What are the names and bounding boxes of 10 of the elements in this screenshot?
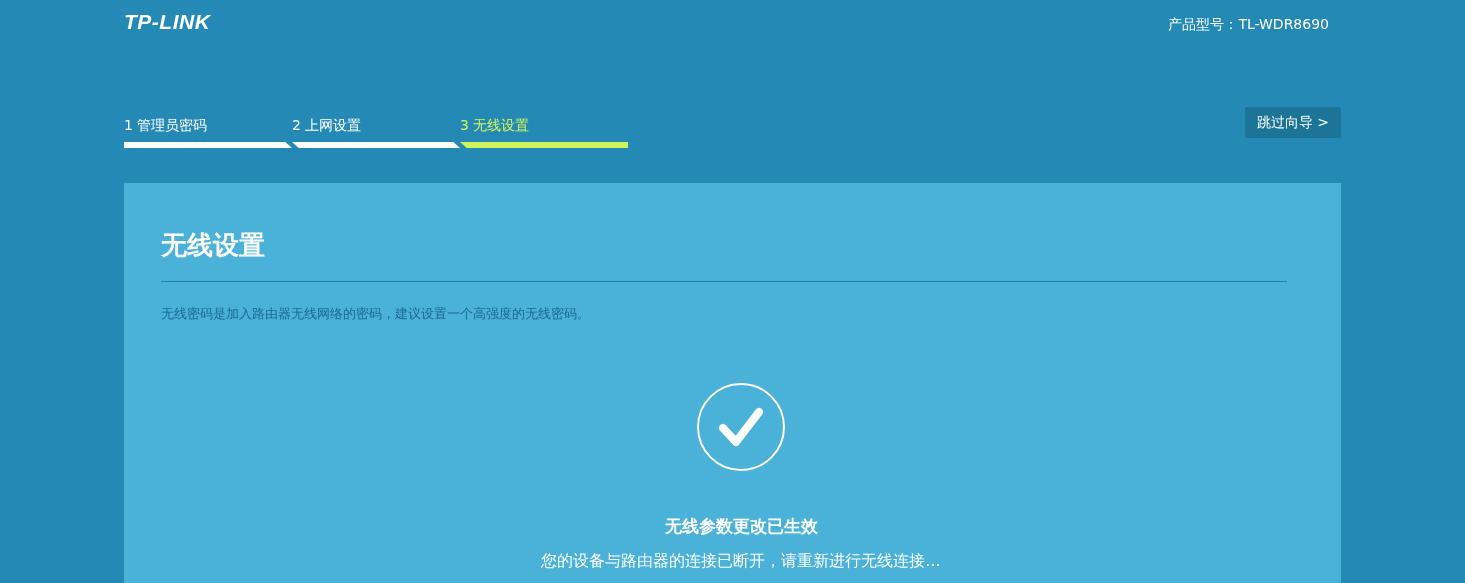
card-title: 无线设置 [161,229,266,262]
checkmark-icon [696,381,786,472]
model-number: 产品型号：TL-WDR8690 [1168,15,1329,34]
wizard-step[interactable]: 2 上网设置 [292,117,460,148]
logo: TP-LINK [124,10,211,34]
wizard-step[interactable]: 1 管理员密码 [124,117,292,148]
status-message: 您的设备与路由器的连接已断开，请重新进行无线连接... [541,550,941,572]
wizard-step[interactable]: 3 无线设置 [460,117,628,148]
skip-wizard-button[interactable]: 跳过向导 > [1244,107,1341,138]
status-title: 无线参数更改已生效 [664,514,818,538]
